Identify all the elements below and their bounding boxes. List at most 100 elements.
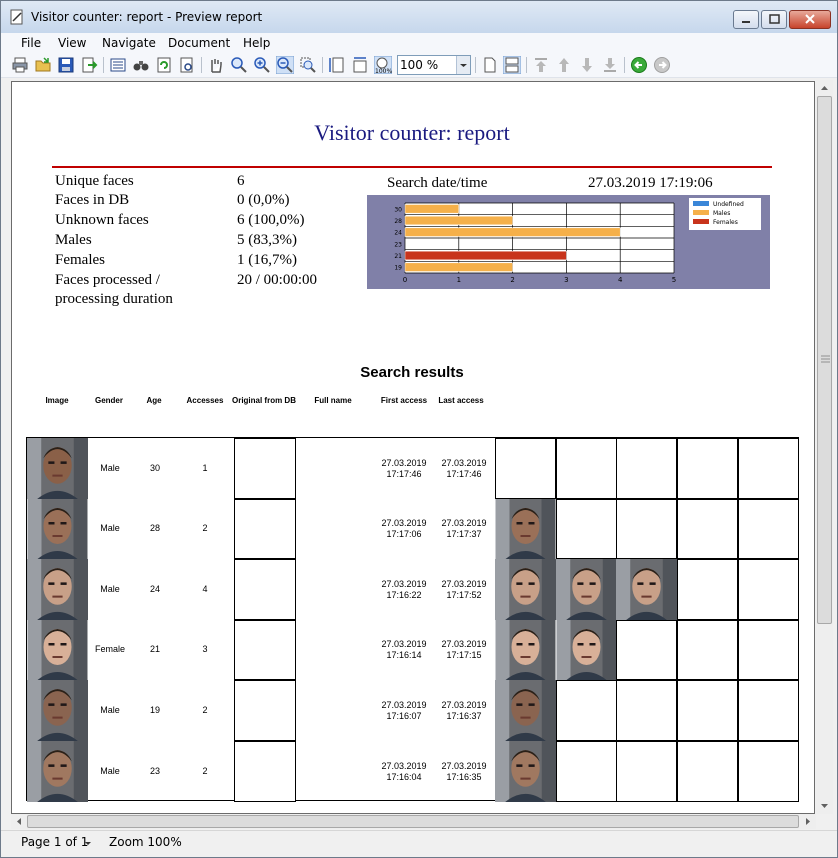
- table-of-contents-icon[interactable]: [109, 56, 127, 74]
- find-icon[interactable]: [132, 56, 150, 74]
- maximize-icon: [769, 14, 780, 24]
- empty-face-cell: [616, 438, 677, 499]
- minimize-button[interactable]: [733, 10, 759, 29]
- chevron-down-icon[interactable]: [84, 841, 92, 847]
- zoom-tool-icon[interactable]: [230, 56, 248, 74]
- chevron-down-icon[interactable]: [456, 56, 470, 74]
- scroll-left-icon[interactable]: [15, 817, 23, 826]
- maximize-button[interactable]: [761, 10, 787, 29]
- refresh-icon[interactable]: [155, 56, 173, 74]
- hand-tool-icon[interactable]: [207, 56, 225, 74]
- page-indicator[interactable]: Page 1 of 1: [21, 835, 88, 849]
- original-from-db-cell: [234, 559, 296, 620]
- first-access-cell: 27.03.2019 17:17:06: [381, 518, 427, 539]
- stat-value: 6: [237, 173, 245, 189]
- chart-legend-label: Females: [713, 219, 738, 226]
- table-row[interactable]: Male 24 4 27.03.2019 17:16:22 27.03.2019 17:…: [27, 559, 799, 620]
- gender-cell: Male: [100, 583, 120, 594]
- column-header: Last access: [438, 396, 484, 405]
- horizontal-scrollbar[interactable]: [11, 814, 816, 829]
- face-thumbnail: [27, 559, 88, 620]
- print-icon[interactable]: [11, 56, 29, 74]
- window-title: Visitor counter: report - Preview report: [31, 10, 263, 24]
- first-page-icon[interactable]: [532, 56, 550, 74]
- stat-value: 1 (16,7%): [237, 252, 297, 268]
- continuous-view-icon[interactable]: [503, 56, 521, 74]
- zoom-region-icon[interactable]: [299, 56, 317, 74]
- scroll-up-icon[interactable]: [820, 84, 829, 92]
- toolbar-separator: [624, 57, 625, 73]
- column-header: Original from DB: [231, 396, 296, 405]
- close-button[interactable]: [789, 10, 831, 29]
- stat-label: Faces in DB: [55, 192, 130, 208]
- save-icon[interactable]: [57, 56, 75, 74]
- horizontal-scroll-thumb[interactable]: [27, 815, 799, 828]
- stat-label: Unknown faces: [55, 212, 149, 228]
- export-icon[interactable]: [80, 56, 98, 74]
- status-bar: Page 1 of 1 Zoom 100%: [1, 830, 837, 857]
- table-row[interactable]: Male 23 2 27.03.2019 17:16:04 27.03.2019 17:…: [27, 741, 799, 802]
- menu-bar: File View Navigate Document Help: [1, 33, 837, 53]
- table-row[interactable]: Female 21 3 27.03.2019 17:16:14 27.03.2019 1…: [27, 620, 799, 680]
- forward-icon[interactable]: [653, 56, 671, 74]
- last-page-icon[interactable]: [601, 56, 619, 74]
- page-setup-icon[interactable]: [178, 56, 196, 74]
- column-header: Full name: [314, 396, 352, 405]
- chart-x-tick-label: 0: [403, 276, 407, 284]
- table-row[interactable]: Male 28 2 27.03.2019 17:17:06 27.03.2019 17:…: [27, 499, 799, 559]
- vertical-scrollbar[interactable]: [816, 80, 833, 814]
- empty-face-cell: [556, 438, 617, 499]
- empty-face-cell: [677, 559, 738, 620]
- empty-face-cell: [677, 499, 738, 559]
- grip-icon: [821, 355, 830, 363]
- accesses-cell: 2: [202, 765, 208, 776]
- zoom-in-icon[interactable]: [253, 56, 271, 74]
- next-page-icon[interactable]: [578, 56, 596, 74]
- chart-legend-swatch: [693, 201, 709, 206]
- original-from-db-cell: [234, 499, 296, 559]
- table-row[interactable]: Male 30 1 27.03.2019 17:17:46 27.03.2019 17:…: [27, 438, 799, 499]
- gender-cell: Male: [100, 523, 120, 533]
- matched-face-thumbnail: [556, 620, 617, 680]
- chart-x-tick-label: 2: [510, 276, 514, 284]
- previous-page-icon[interactable]: [555, 56, 573, 74]
- fit-width-icon[interactable]: [351, 56, 369, 74]
- chart-y-tick-label: 21: [394, 253, 402, 260]
- search-datetime-label: Search date/time: [387, 175, 488, 191]
- results-table: Male 30 1 27.03.2019 17:17:46 27.03.2019 17:…: [26, 437, 799, 802]
- open-icon[interactable]: [34, 56, 52, 74]
- menu-file[interactable]: File: [21, 36, 41, 50]
- stat-label: Males: [55, 232, 92, 248]
- close-icon: [805, 14, 815, 24]
- original-from-db-cell: [234, 680, 296, 741]
- actual-size-icon[interactable]: 100%: [374, 56, 392, 74]
- single-page-icon[interactable]: [481, 56, 499, 74]
- empty-face-cell: [738, 499, 799, 559]
- scroll-down-icon[interactable]: [820, 802, 829, 810]
- back-icon[interactable]: [630, 56, 648, 74]
- chart-legend-label: Males: [713, 210, 730, 217]
- report-page[interactable]: Visitor counter: report Unique faces 6 Fac…: [11, 81, 815, 814]
- toolbar: 100% 100 %: [1, 53, 837, 78]
- empty-face-cell: [677, 438, 738, 499]
- chart-x-tick-label: 5: [672, 276, 676, 284]
- fit-height-icon[interactable]: [328, 56, 346, 74]
- scroll-right-icon[interactable]: [804, 817, 812, 826]
- menu-view[interactable]: View: [58, 36, 86, 50]
- face-thumbnail: [27, 499, 88, 559]
- empty-face-cell: [616, 680, 677, 741]
- vertical-scroll-thumb[interactable]: [817, 96, 832, 624]
- original-from-db-cell: [234, 438, 296, 499]
- chart-x-tick-label: 1: [457, 276, 461, 284]
- menu-document[interactable]: Document: [168, 36, 230, 50]
- zoom-out-icon[interactable]: [276, 56, 294, 74]
- menu-help[interactable]: Help: [243, 36, 270, 50]
- original-from-db-cell: [234, 741, 296, 802]
- table-row[interactable]: Male 19 2 27.03.2019 17:16:07 27.03.2019 17:…: [27, 680, 799, 741]
- empty-face-cell: [677, 620, 738, 680]
- zoom-select[interactable]: 100 %: [397, 55, 471, 75]
- toolbar-separator: [475, 57, 476, 73]
- menu-navigate[interactable]: Navigate: [102, 36, 156, 50]
- face-thumbnail: [27, 620, 88, 680]
- matched-face-thumbnail: [616, 559, 677, 620]
